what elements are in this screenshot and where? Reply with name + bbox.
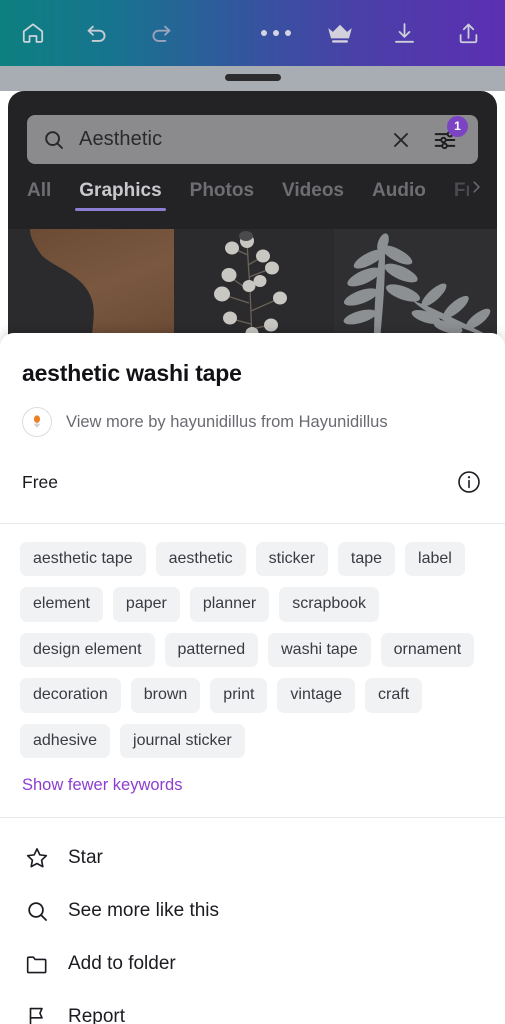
detail-bottom-sheet: aesthetic washi tape View more by hayuni… — [0, 333, 505, 1024]
toolbar-left-group — [0, 16, 178, 50]
keyword-chip[interactable]: paper — [112, 587, 180, 622]
search-row: Aesthetic 1 — [8, 91, 497, 164]
tab-videos[interactable]: Videos — [282, 180, 344, 211]
tab-all[interactable]: All — [27, 180, 51, 211]
action-see-more-like-this[interactable]: See more like this — [0, 885, 505, 938]
keyword-chip[interactable]: design element — [20, 632, 155, 668]
search-input[interactable]: Aesthetic 1 — [27, 115, 478, 164]
chevron-right-icon[interactable] — [467, 178, 485, 201]
keyword-chip[interactable]: washi tape — [268, 632, 371, 668]
keyword-chip[interactable]: element — [20, 587, 103, 622]
filter-badge: 1 — [447, 115, 468, 137]
keyword-chip[interactable]: label — [405, 542, 465, 577]
tab-audio[interactable]: Audio — [372, 180, 426, 211]
search-value: Aesthetic — [79, 128, 163, 150]
keyword-chip[interactable]: aesthetic tape — [20, 542, 146, 577]
undo-icon[interactable] — [80, 16, 114, 50]
action-label: Report — [68, 1006, 126, 1024]
app-root: Aesthetic 1 All Graphics Photos Videos A… — [0, 0, 505, 1024]
info-icon[interactable] — [455, 468, 483, 496]
action-label: Star — [68, 847, 103, 869]
filter-sliders-icon[interactable]: 1 — [424, 115, 468, 157]
keyword-chip[interactable]: ornament — [380, 632, 475, 668]
price-label: Free — [22, 471, 58, 492]
keyword-chip[interactable]: craft — [365, 678, 423, 713]
keyword-chip[interactable]: journal sticker — [120, 723, 245, 758]
keyword-chip[interactable]: brown — [130, 678, 201, 713]
page-title: aesthetic washi tape — [22, 360, 242, 386]
action-star[interactable]: Star — [0, 832, 505, 885]
crown-icon[interactable] — [323, 16, 357, 50]
detail-header: aesthetic washi tape View more by hayuni… — [0, 333, 505, 437]
toolbar-right-group — [259, 16, 505, 50]
thumbnail-item[interactable] — [174, 229, 334, 340]
flower-avatar-icon — [22, 407, 52, 437]
berry-branch-graphic — [214, 231, 287, 340]
home-icon[interactable] — [16, 16, 50, 50]
leaf-sprig-graphic — [343, 233, 497, 340]
thumbnail-item[interactable] — [8, 229, 174, 340]
keyword-chip[interactable]: tape — [337, 542, 396, 577]
more-options-icon[interactable] — [259, 16, 293, 50]
share-icon[interactable] — [451, 16, 485, 50]
keyword-chip[interactable]: vintage — [277, 678, 356, 713]
action-add-to-folder[interactable]: Add to folder — [0, 938, 505, 991]
search-panel: Aesthetic 1 All Graphics Photos Videos A… — [8, 91, 497, 340]
keyword-chip-list: aesthetic tape aesthetic sticker tape la… — [0, 524, 505, 758]
action-label: Add to folder — [68, 953, 176, 975]
author-row[interactable]: View more by hayunidillus from Hayunidil… — [22, 407, 483, 437]
results-thumbnail-strip — [8, 229, 497, 340]
keyword-chip[interactable]: aesthetic — [155, 542, 246, 577]
keyword-chip[interactable]: planner — [189, 587, 270, 622]
thumbnail-item[interactable] — [334, 229, 497, 340]
keyword-chip[interactable]: scrapbook — [279, 587, 380, 622]
price-row: Free — [0, 465, 505, 499]
keyword-chip[interactable]: patterned — [164, 632, 259, 668]
action-menu: Star See more like this Add to folder Re… — [0, 818, 505, 1024]
flag-icon — [22, 1004, 52, 1024]
action-label: See more like this — [68, 900, 220, 922]
drag-handle[interactable] — [224, 74, 281, 81]
keyword-chip[interactable]: sticker — [255, 542, 328, 577]
download-icon[interactable] — [387, 16, 421, 50]
author-label: View more by hayunidillus from Hayunidil… — [66, 412, 388, 431]
brown-shape-graphic — [30, 229, 174, 340]
tab-photos[interactable]: Photos — [190, 180, 254, 211]
folder-icon — [22, 951, 52, 977]
redo-icon[interactable] — [144, 16, 178, 50]
star-icon — [22, 845, 52, 871]
search-icon — [41, 127, 67, 153]
keyword-chip[interactable]: adhesive — [20, 723, 111, 758]
close-icon[interactable] — [386, 125, 416, 155]
tab-graphics[interactable]: Graphics — [75, 180, 167, 211]
show-fewer-keywords-link[interactable]: Show fewer keywords — [22, 776, 505, 795]
keyword-chip[interactable]: print — [210, 678, 268, 713]
action-report[interactable]: Report — [0, 991, 505, 1024]
editor-toolbar — [0, 0, 505, 66]
keyword-chip[interactable]: decoration — [20, 678, 121, 713]
search-icon — [22, 899, 52, 924]
category-tabs: All Graphics Photos Videos Audio Fram — [8, 164, 497, 211]
